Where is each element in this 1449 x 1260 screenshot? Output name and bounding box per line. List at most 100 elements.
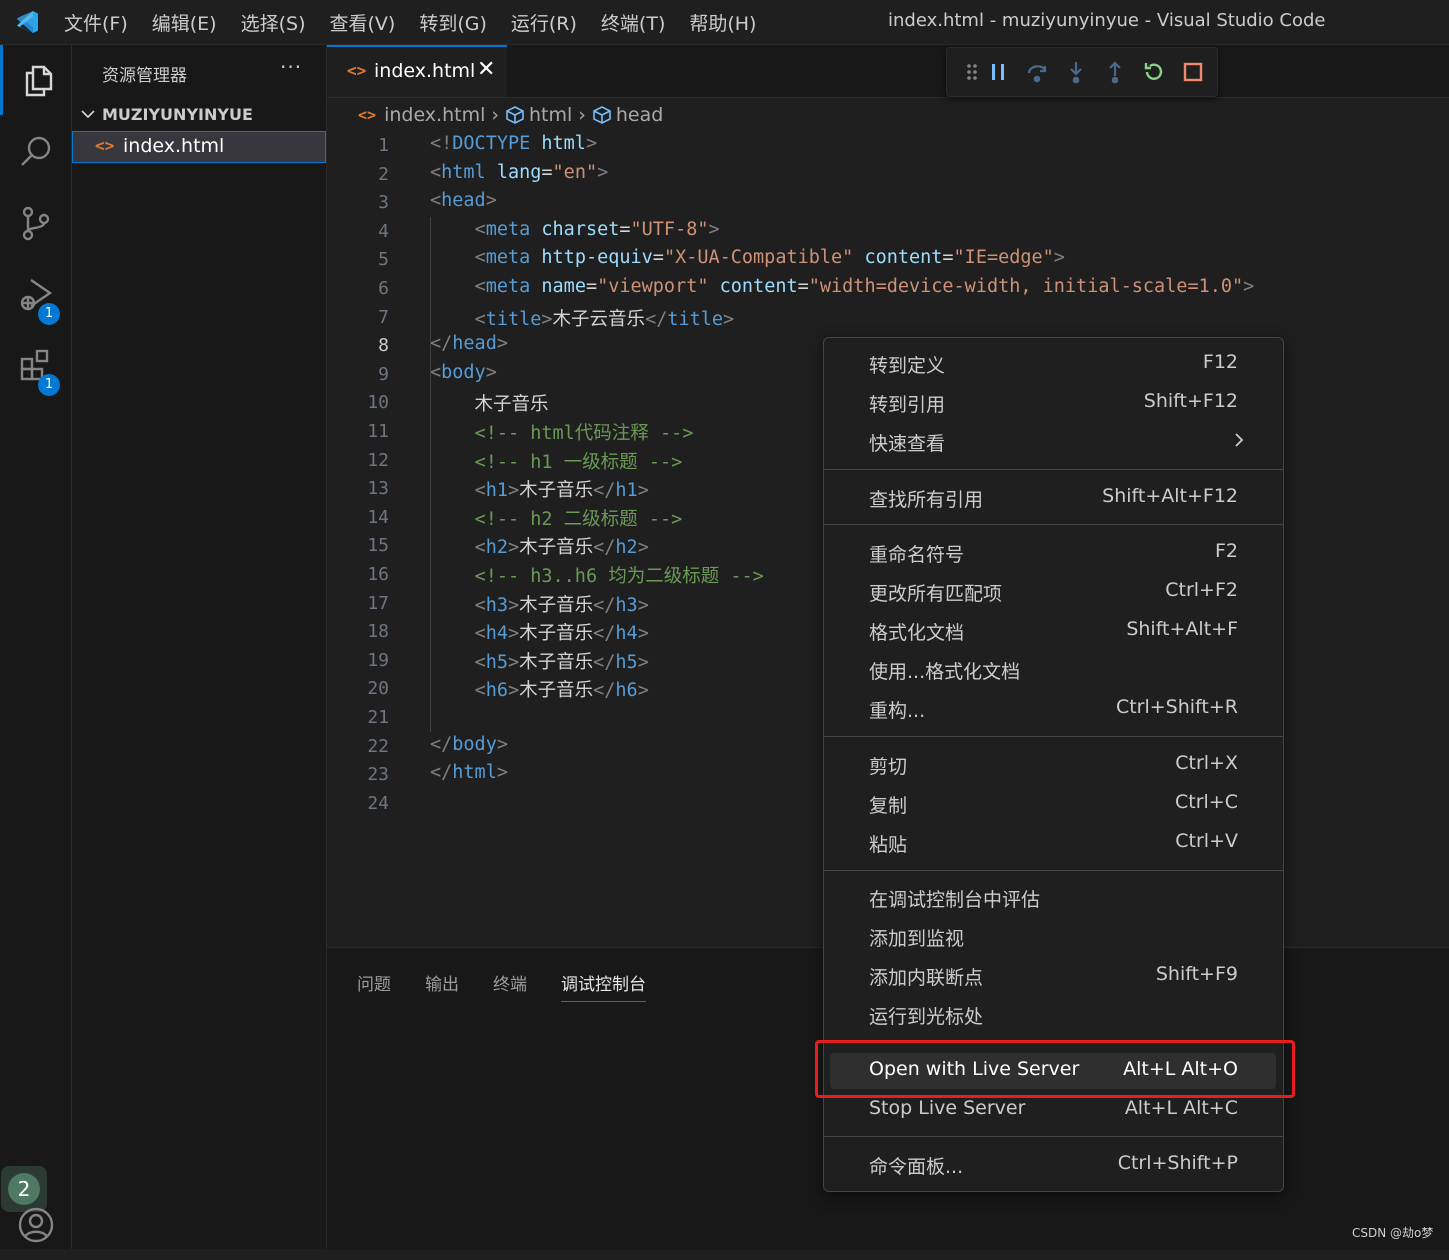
code-token: title xyxy=(485,308,542,330)
stop-icon[interactable] xyxy=(1180,59,1206,85)
files-icon xyxy=(25,65,52,97)
menu-item-7[interactable]: 使用...格式化文档 xyxy=(830,652,1276,688)
activity-explorer[interactable] xyxy=(0,45,74,115)
code-token: 木子音乐 xyxy=(519,680,594,702)
line-number: 14 xyxy=(367,506,389,528)
line-number: 23 xyxy=(367,764,389,786)
chevron-down-icon xyxy=(81,110,95,119)
menu-edit[interactable]: 编辑(E) xyxy=(152,9,217,36)
menu-item-10[interactable]: 复制 Ctrl+C xyxy=(830,786,1276,822)
code-token: > xyxy=(637,594,649,616)
code-token: <! xyxy=(430,133,453,154)
menu-item-13[interactable]: 添加到监视 xyxy=(830,919,1276,955)
menu-item-label: 格式化文档 xyxy=(869,622,965,644)
menu-item-4[interactable]: 重命名符号 F2 xyxy=(830,535,1276,571)
activity-account[interactable] xyxy=(0,1190,71,1260)
step-out-icon[interactable] xyxy=(1102,59,1128,85)
menu-view[interactable]: 查看(V) xyxy=(330,9,396,36)
menu-item-15[interactable]: 运行到光标处 xyxy=(830,997,1276,1033)
panel-tab-problems[interactable]: 问题 xyxy=(357,970,391,1002)
menu-item-2[interactable]: 快速查看 xyxy=(830,424,1276,460)
pause-icon[interactable] xyxy=(985,59,1011,85)
code-line: <!-- html代码注释 --> xyxy=(430,419,694,445)
step-into-icon[interactable] xyxy=(1063,59,1089,85)
step-over-icon[interactable] xyxy=(1024,59,1050,85)
breadcrumb-head[interactable]: head xyxy=(616,104,663,126)
symbol-element-icon xyxy=(593,106,611,124)
breadcrumb-separator-icon: › xyxy=(491,104,499,126)
code-line: </html> xyxy=(430,762,508,783)
code-token: > xyxy=(496,733,508,755)
menu-help[interactable]: 帮助(H) xyxy=(689,9,756,36)
panel-tab-output[interactable]: 输出 xyxy=(425,970,459,1002)
menu-item-shortcut: Ctrl+V xyxy=(1175,830,1238,852)
code-token: > xyxy=(637,537,649,559)
menu-item-8[interactable]: 重构... Ctrl+Shift+R xyxy=(830,691,1276,727)
menu-item-11[interactable]: 粘贴 Ctrl+V xyxy=(830,825,1276,861)
code-token: < xyxy=(474,276,486,297)
menu-selection[interactable]: 选择(S) xyxy=(241,9,306,36)
activity-bar: 1 1 2 xyxy=(0,45,72,1249)
close-icon[interactable]: ✕ xyxy=(477,57,495,82)
activity-run-debug[interactable]: 1 xyxy=(0,259,71,329)
drag-handle-icon[interactable] xyxy=(959,59,985,85)
code-token: h6 xyxy=(485,680,508,702)
code-token: > xyxy=(507,680,520,702)
breadcrumb-html[interactable]: html xyxy=(529,104,572,126)
folder-row[interactable]: MUZIYUNYINYUE xyxy=(72,103,326,129)
menu-item-6[interactable]: 格式化文档 Shift+Alt+F xyxy=(830,613,1276,649)
menu-item-18[interactable]: 命令面板... Ctrl+Shift+P xyxy=(830,1147,1276,1183)
activity-source-control[interactable] xyxy=(0,188,71,258)
code-token: </ xyxy=(593,537,616,559)
menu-item-shortcut: F2 xyxy=(1214,540,1238,562)
panel-tab-debug-console[interactable]: 调试控制台 xyxy=(561,970,646,1002)
breadcrumb-file[interactable]: index.html xyxy=(384,104,485,126)
menu-go[interactable]: 转到(G) xyxy=(419,9,487,36)
activity-extensions[interactable]: 1 xyxy=(0,330,71,400)
code-token: <!-- h2 二级标题 --> xyxy=(474,508,683,530)
menu-item-5[interactable]: 更改所有匹配项 Ctrl+F2 xyxy=(830,574,1276,610)
code-token: </ xyxy=(430,733,453,755)
menu-run[interactable]: 运行(R) xyxy=(511,9,577,36)
line-number: 15 xyxy=(367,535,389,557)
menu-item-shortcut: Ctrl+Shift+P xyxy=(1117,1152,1238,1174)
code-token: < xyxy=(430,161,442,183)
code-token: head xyxy=(441,190,486,212)
code-line: <h3>木子音乐</h3> xyxy=(430,591,649,617)
code-token: = xyxy=(797,276,809,297)
file-item-index-html[interactable]: <> index.html xyxy=(72,131,326,163)
code-token: "X-UA-Compatible" xyxy=(663,247,854,269)
code-token: < xyxy=(474,480,486,502)
code-line: <!-- h3..h6 均为二级标题 --> xyxy=(430,562,764,588)
code-token: = xyxy=(585,276,598,297)
breadcrumb-separator-icon: › xyxy=(578,104,586,126)
menu-item-14[interactable]: 添加内联断点 Shift+F9 xyxy=(830,958,1276,994)
menu-item-0[interactable]: 转到定义 F12 xyxy=(830,346,1276,382)
restart-icon[interactable] xyxy=(1141,59,1167,85)
window-title: index.html - muziyunyinyue - Visual Stud… xyxy=(888,10,1326,31)
code-token: charset xyxy=(541,218,620,240)
menu-item-12[interactable]: 在调试控制台中评估 xyxy=(830,880,1276,916)
tab-index-html[interactable]: <> index.html ✕ xyxy=(327,45,507,97)
code-token: > xyxy=(1243,276,1255,297)
menu-item-1[interactable]: 转到引用 Shift+F12 xyxy=(830,385,1276,421)
code-token: html xyxy=(441,161,486,183)
menu-item-label: 添加内联断点 xyxy=(869,967,984,989)
menu-item-9[interactable]: 剪切 Ctrl+X xyxy=(830,747,1276,783)
activity-search[interactable] xyxy=(0,117,71,187)
more-actions-icon[interactable]: ··· xyxy=(280,55,302,79)
code-line: <meta name="viewport" content="width=dev… xyxy=(430,276,1255,297)
menu-item-shortcut: Ctrl+C xyxy=(1175,791,1238,813)
menu-file[interactable]: 文件(F) xyxy=(64,9,128,36)
menu-terminal[interactable]: 终端(T) xyxy=(601,9,665,36)
panel-tab-terminal[interactable]: 终端 xyxy=(493,970,527,1002)
menu-item-3[interactable]: 查找所有引用 Shift+Alt+F12 xyxy=(830,480,1276,516)
code-token: > xyxy=(507,623,520,645)
code-token: body xyxy=(452,733,497,755)
